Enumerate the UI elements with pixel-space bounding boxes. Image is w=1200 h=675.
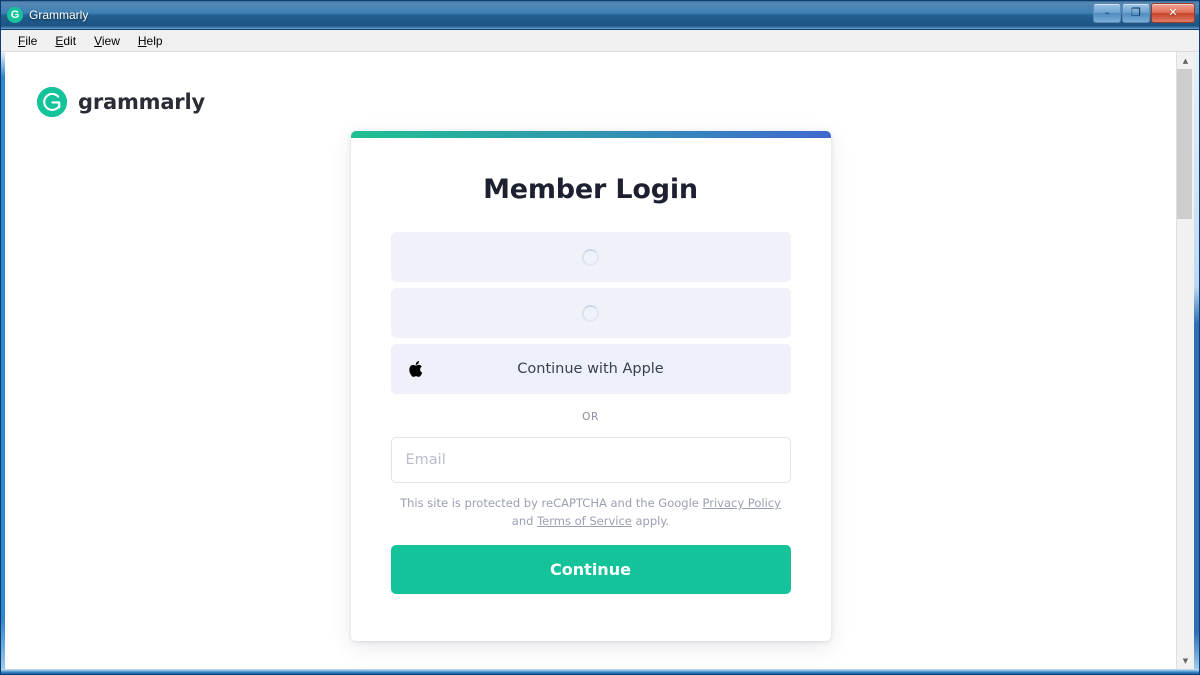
window-bottom-border: [1, 669, 1199, 674]
menu-item-edit[interactable]: Edit: [46, 32, 85, 50]
scrollbar-column: ▲ ▼: [1177, 52, 1194, 669]
maximize-button[interactable]: ❐: [1122, 3, 1150, 23]
card-accent-bar: [350, 131, 831, 138]
recaptcha-text-middle: and: [511, 513, 538, 528]
page-title: Member Login: [483, 174, 698, 205]
recaptcha-text-before: This site is protected by reCAPTCHA and …: [400, 496, 703, 510]
spinner-icon: [582, 304, 599, 322]
site-header: grammarly: [5, 52, 1176, 130]
window-right-border: [1194, 52, 1199, 669]
menu-bar: File Edit View Help: [1, 30, 1199, 52]
window-controls: – ❐ ✕: [1092, 3, 1195, 23]
client-area: grammarly Member Login Continue with App…: [1, 52, 1199, 674]
close-button[interactable]: ✕: [1151, 3, 1195, 23]
scrollbar-thumb[interactable]: [1177, 69, 1192, 219]
sso-button-facebook[interactable]: [390, 288, 791, 338]
or-divider: OR: [582, 411, 599, 423]
continue-button[interactable]: Continue: [390, 544, 791, 594]
email-input[interactable]: [390, 437, 791, 483]
title-bar[interactable]: G Grammarly – ❐ ✕: [1, 1, 1199, 30]
menu-label-help: elp: [146, 33, 163, 48]
minimize-button[interactable]: –: [1093, 3, 1121, 23]
menu-item-file[interactable]: File: [9, 32, 46, 50]
menu-label-file: ile: [25, 33, 38, 48]
page-scrollbar[interactable]: ▲ ▼: [1176, 52, 1194, 669]
app-window: G Grammarly – ❐ ✕ File Edit View Help gr…: [0, 0, 1200, 675]
sso-button-google[interactable]: [390, 232, 791, 282]
login-card-area: Member Login Continue with Apple OR Emai…: [5, 130, 1176, 669]
logo-wordmark: grammarly: [78, 90, 205, 114]
terms-of-service-link[interactable]: Terms of Service: [537, 514, 632, 528]
menu-label-edit: dit: [63, 33, 77, 48]
spinner-icon: [582, 248, 599, 266]
card-body: Member Login Continue with Apple OR Emai…: [351, 174, 831, 594]
apple-icon: [407, 360, 423, 379]
recaptcha-notice: This site is protected by reCAPTCHA and …: [391, 495, 791, 531]
menu-label-view: iew: [101, 33, 120, 48]
menu-item-view[interactable]: View: [85, 32, 129, 50]
window-title: Grammarly: [29, 8, 89, 22]
grammarly-circle-logo: [37, 87, 67, 117]
web-page: grammarly Member Login Continue with App…: [5, 52, 1176, 669]
login-card: Member Login Continue with Apple OR Emai…: [350, 131, 831, 641]
sso-button-apple-label: Continue with Apple: [517, 361, 664, 377]
recaptcha-text-after: apply.: [631, 513, 670, 528]
sso-button-apple[interactable]: Continue with Apple: [390, 344, 791, 394]
grammarly-icon: G: [7, 7, 23, 23]
scroll-up-arrow-icon[interactable]: ▲: [1177, 52, 1194, 69]
scroll-down-arrow-icon[interactable]: ▼: [1177, 652, 1194, 669]
menu-item-help[interactable]: Help: [129, 32, 172, 50]
privacy-policy-link[interactable]: Privacy Policy: [703, 496, 781, 510]
